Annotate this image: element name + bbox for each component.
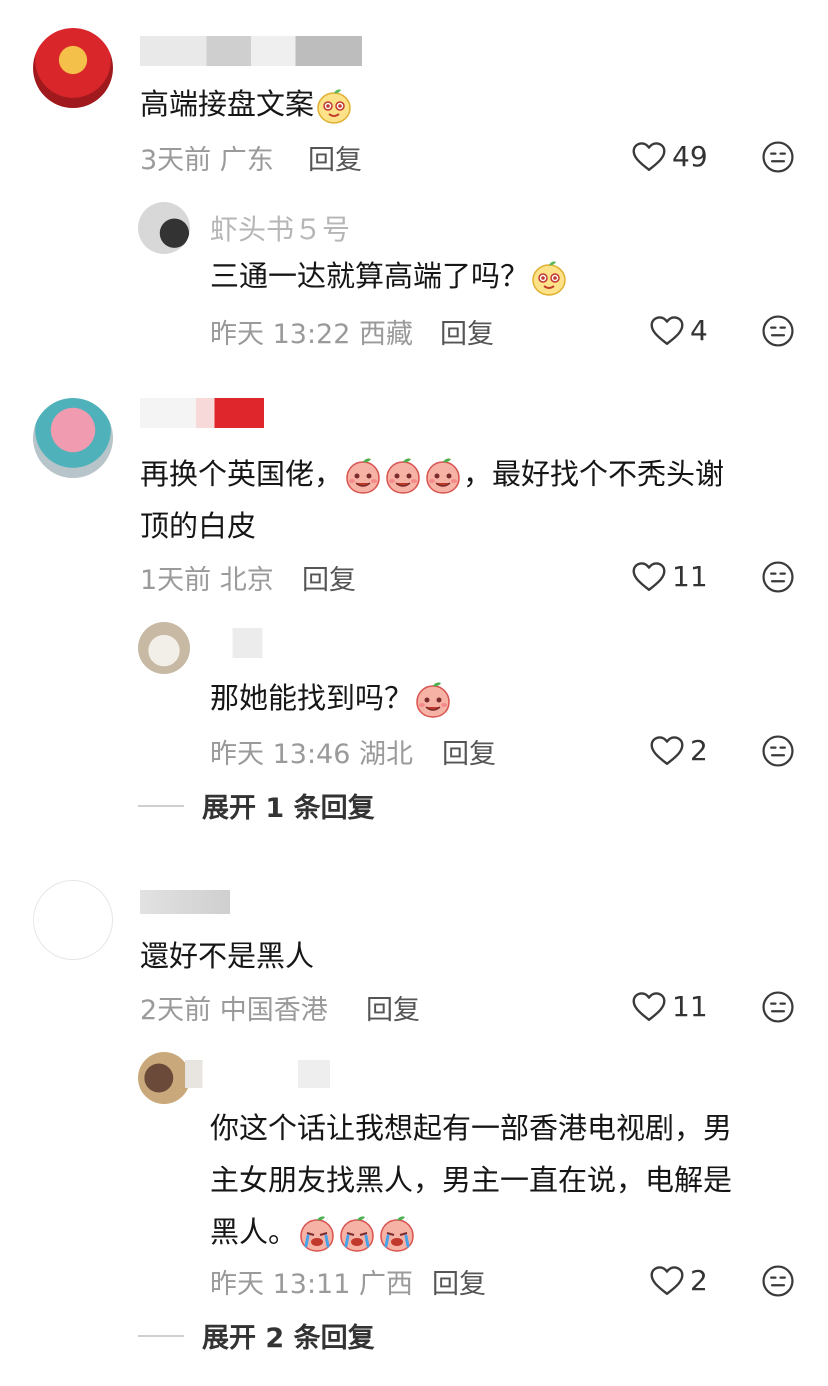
username-blurred[interactable] [185,1060,330,1088]
like-count: 4 [690,314,708,347]
reply-text-content: 那她能找到吗？ [210,681,414,715]
username-blurred[interactable] [210,628,360,658]
heart-outline-icon [632,561,666,593]
face-neutral-icon[interactable] [761,140,795,174]
reply-username[interactable]: 虾头书５号 [210,208,350,248]
expand-replies-label: 展开 1 条回复 [202,793,375,824]
comment-text: 高端接盘文案 [140,78,354,130]
reply-meta: 昨天 13:11 广西 [210,1269,413,1300]
divider-line [138,1334,184,1337]
heart-outline-icon [650,735,684,767]
avatar[interactable] [33,28,113,108]
divider-line [138,804,184,807]
reply-text-line-3: 黑人。 [210,1215,298,1249]
like-count: 11 [672,560,708,593]
reply-avatar[interactable] [138,1052,190,1104]
like-button[interactable]: 2 [650,1264,708,1297]
reply-text: 你这个话让我想起有一部香港电视剧，男 主女朋友找黑人，男主一直在说，电解是 黑人… [210,1102,800,1258]
comment-meta: 1天前 北京 [140,565,274,596]
reply-avatar[interactable] [138,202,190,254]
reply-avatar[interactable] [138,622,190,674]
crying-peach-emoji [297,1214,337,1254]
reply-button[interactable]: 回复 [440,312,494,351]
reply-button[interactable]: 回复 [442,732,496,771]
reply-text-line-2: 主女朋友找黑人，男主一直在说，电解是 [210,1163,733,1197]
avatar[interactable] [33,880,113,960]
reply-button[interactable]: 回复 [308,138,362,177]
like-button[interactable]: 49 [632,140,708,173]
avatar[interactable] [33,398,113,478]
reply-button[interactable]: 回复 [302,558,356,597]
like-count: 49 [672,140,708,173]
comment-text-content-2: ，最好找个不秃头谢 [463,457,725,491]
username-blurred[interactable] [140,36,362,66]
expand-replies-label: 展开 2 条回复 [202,1323,375,1354]
fruit-emoji [529,258,569,298]
reply-text-line-1: 你这个话让我想起有一部香港电视剧，男 [210,1111,733,1145]
expand-replies-button[interactable]: 展开 2 条回复 [138,1316,375,1355]
like-button[interactable]: 11 [632,990,708,1023]
comment-meta: 3天前 广东 [140,145,274,176]
face-neutral-icon[interactable] [761,734,795,768]
crying-peach-emoji [337,1214,377,1254]
comment-meta: 2天前 中国香港 [140,995,328,1026]
reply-text: 三通一达就算高端了吗？ [210,250,569,302]
peach-emoji [383,456,423,496]
reply-button[interactable]: 回复 [432,1262,486,1301]
like-button[interactable]: 2 [650,734,708,767]
reply-meta: 昨天 13:22 西藏 [210,319,413,350]
username-blurred[interactable] [140,890,230,914]
peach-emoji [423,456,463,496]
like-button[interactable]: 4 [650,314,708,347]
crying-peach-emoji [377,1214,417,1254]
reply-text: 那她能找到吗？ [210,672,453,724]
username-blurred[interactable] [140,398,264,428]
heart-outline-icon [650,1265,684,1297]
peach-emoji [413,680,453,720]
heart-outline-icon [632,991,666,1023]
fruit-emoji [314,86,354,126]
heart-outline-icon [650,315,684,347]
expand-replies-button[interactable]: 展开 1 条回复 [138,786,375,825]
face-neutral-icon[interactable] [761,314,795,348]
reply-text-content: 三通一达就算高端了吗？ [210,259,530,293]
comment-text: 還好不是黑人 [140,930,314,982]
face-neutral-icon[interactable] [761,1264,795,1298]
peach-emoji [343,456,383,496]
like-button[interactable]: 11 [632,560,708,593]
like-count: 11 [672,990,708,1023]
comment-text-content: 還好不是黑人 [140,939,315,973]
comment-text-content: 再换个英国佬， [140,457,344,491]
face-neutral-icon[interactable] [761,990,795,1024]
heart-outline-icon [632,141,666,173]
comment-text-content: 高端接盘文案 [140,87,315,121]
like-count: 2 [690,1264,708,1297]
reply-meta: 昨天 13:46 湖北 [210,739,413,770]
comment-text-content-3: 顶的白皮 [140,509,257,543]
face-neutral-icon[interactable] [761,560,795,594]
reply-button[interactable]: 回复 [366,988,420,1027]
like-count: 2 [690,734,708,767]
comment-text: 再换个英国佬， ，最好找个不秃头谢 顶的白皮 [140,448,800,552]
